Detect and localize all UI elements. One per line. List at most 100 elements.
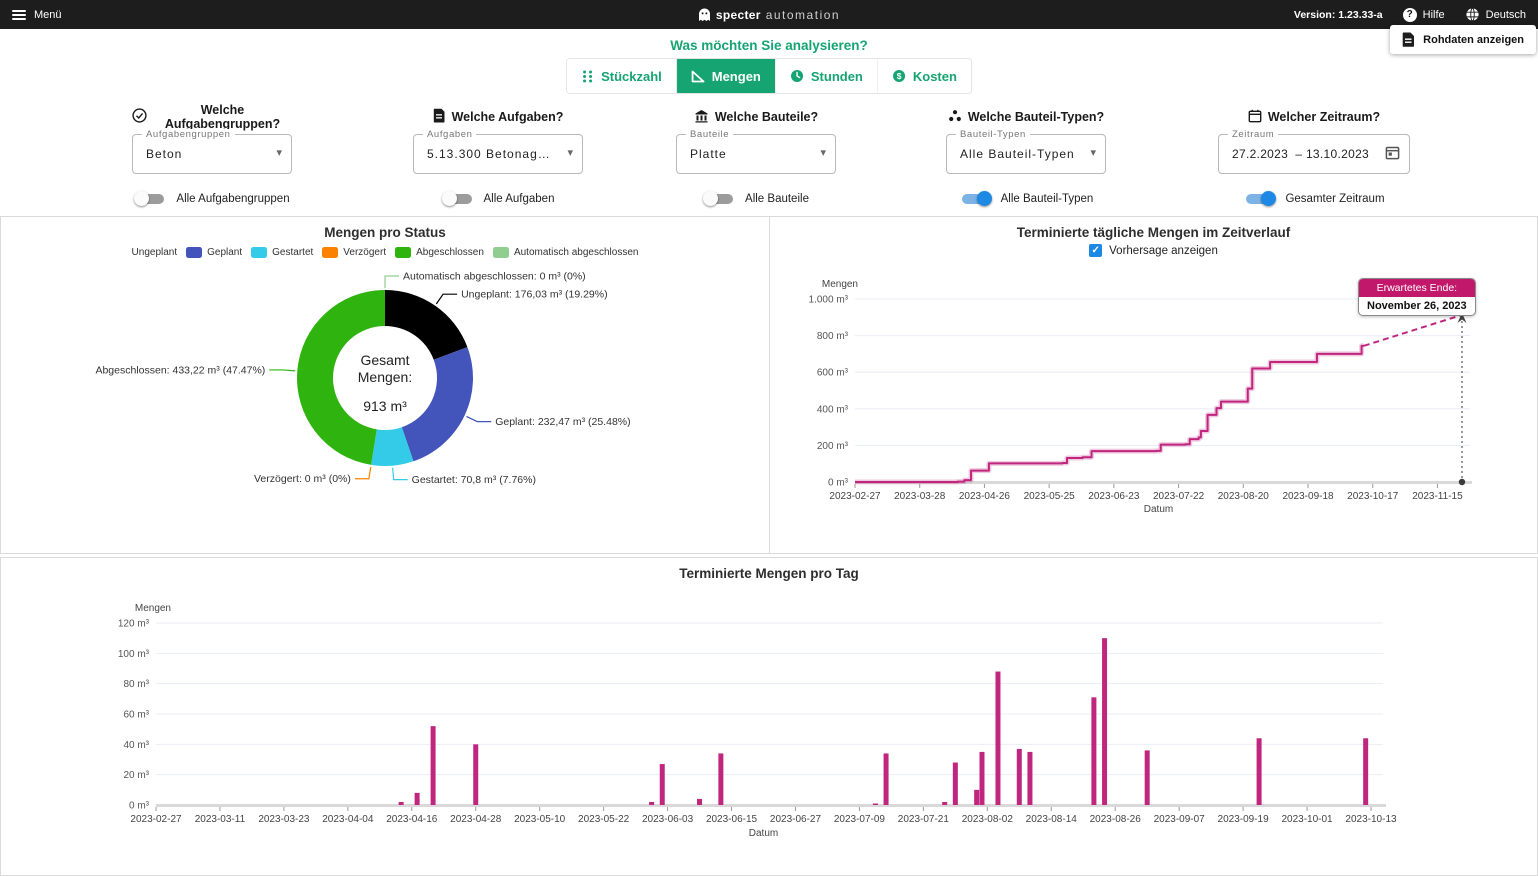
filter-bauteil-typen: Welche Bauteil-Typen?Bauteil-TypenAlle B… [946, 108, 1106, 206]
svg-text:Ungeplant: 176,03 m³ (19.29%): Ungeplant: 176,03 m³ (19.29%) [461, 289, 608, 301]
toggle-label: Alle Aufgabengruppen [176, 193, 289, 205]
legend-item-ungeplant[interactable]: Ungeplant [132, 247, 178, 258]
legend-item-verzögert[interactable]: Verzögert [322, 247, 386, 258]
svg-text:913 m³: 913 m³ [363, 398, 407, 414]
svg-text:2023-05-25: 2023-05-25 [1024, 491, 1076, 502]
svg-text:2023-05-10: 2023-05-10 [514, 814, 566, 825]
hamburger-icon [12, 8, 26, 22]
brand-name-light: automation [766, 8, 840, 22]
filter-bauteile: Welche Bauteile?BauteilePlatte▾Alle Baut… [676, 108, 836, 206]
svg-text:2023-07-21: 2023-07-21 [898, 814, 950, 825]
toggle-label: Alle Aufgaben [484, 193, 555, 205]
line-chart-canvas: 0 m³200 m³400 m³600 m³800 m³1.000 m³Meng… [770, 217, 1537, 553]
svg-text:2023-06-03: 2023-06-03 [642, 814, 694, 825]
raw-data-label: Rohdaten anzeigen [1423, 34, 1524, 46]
svg-text:2023-03-11: 2023-03-11 [195, 814, 246, 825]
bauteil-typen-select[interactable]: Bauteil-TypenAlle Bauteil-Typen▾ [946, 134, 1106, 174]
legend-item-geplant[interactable]: Geplant [186, 247, 242, 258]
svg-text:0 m³: 0 m³ [129, 801, 150, 812]
svg-text:2023-08-26: 2023-08-26 [1090, 814, 1142, 825]
filter-aufgabengruppen: Welche Aufgabengruppen?AufgabengruppenBe… [132, 108, 292, 206]
alle-aufgabengruppen-toggle[interactable] [134, 191, 167, 206]
tab-kosten[interactable]: $Kosten [877, 59, 971, 93]
svg-text:40 m³: 40 m³ [123, 740, 149, 751]
menu-label: Menü [34, 9, 62, 21]
tab-bar: StückzahlMengenStunden$Kosten [566, 58, 972, 94]
alle-bauteile-toggle[interactable] [703, 191, 736, 206]
svg-text:2023-10-17: 2023-10-17 [1347, 491, 1399, 502]
svg-text:2023-06-23: 2023-06-23 [1088, 491, 1140, 502]
alle-aufgaben-toggle[interactable] [442, 191, 475, 206]
aufgaben-select[interactable]: Aufgaben5.13.300 Betonag…▾ [413, 134, 583, 174]
svg-text:Abgeschlossen: 433,22 m³ (47.4: Abgeschlossen: 433,22 m³ (47.47%) [95, 364, 265, 376]
tab-mengen[interactable]: Mengen [676, 59, 775, 93]
bar-chart-title: Terminierte Mengen pro Tag [1, 566, 1537, 581]
chevron-down-icon: ▾ [820, 146, 826, 159]
legend-item-automatisch-abgeschlossen[interactable]: Automatisch abgeschlossen [493, 247, 639, 258]
svg-text:2023-09-19: 2023-09-19 [1218, 814, 1270, 825]
help-button[interactable]: ? Hilfe [1403, 8, 1445, 22]
tab-stunden[interactable]: Stunden [775, 59, 877, 93]
svg-text:Automatisch abgeschlossen: 0 m: Automatisch abgeschlossen: 0 m³ (0%) [403, 271, 586, 283]
svg-text:400 m³: 400 m³ [817, 404, 849, 415]
panel-mengen-pro-status: Mengen pro Status Ungeplant Geplant Gestar… [0, 216, 770, 554]
svg-text:2023-07-22: 2023-07-22 [1153, 491, 1205, 502]
svg-text:2023-05-22: 2023-05-22 [578, 814, 630, 825]
dollar-icon: $ [892, 69, 906, 83]
svg-text:2023-07-09: 2023-07-09 [834, 814, 886, 825]
tab-stückzahl[interactable]: Stückzahl [567, 59, 676, 93]
building-icon [694, 109, 709, 126]
ruler-icon [691, 70, 705, 83]
ghost-logo-icon [698, 7, 711, 22]
forecast-checkbox-label: Vorhersage anzeigen [1109, 245, 1218, 257]
chevron-down-icon: ▾ [567, 146, 573, 159]
legend-item-gestartet[interactable]: Gestartet [251, 247, 313, 258]
svg-text:2023-09-18: 2023-09-18 [1282, 491, 1334, 502]
svg-text:Gesamt: Gesamt [360, 352, 409, 368]
forecast-checkbox[interactable]: ✓ [1089, 244, 1102, 257]
alle-bauteil-typen-toggle[interactable] [959, 191, 992, 206]
line-chart-title: Terminierte tägliche Mengen im Zeitverla… [770, 225, 1537, 240]
svg-text:100 m³: 100 m³ [118, 649, 150, 660]
page-title: Was möchten Sie analysieren? [0, 38, 1538, 53]
bauteile-select[interactable]: BauteilePlatte▾ [676, 134, 836, 174]
pie-legend: Ungeplant Geplant Gestartet Verzögert Abgesc… [1, 247, 769, 258]
menu-button[interactable]: Menü [12, 8, 62, 22]
svg-text:2023-08-14: 2023-08-14 [1026, 814, 1078, 825]
zeitraum-select[interactable]: Zeitraum27.2.2023 – 13.10.2023 [1218, 134, 1410, 174]
brand-name-bold: specter [716, 8, 761, 22]
svg-text:800 m³: 800 m³ [817, 331, 849, 342]
svg-text:2023-08-20: 2023-08-20 [1218, 491, 1270, 502]
svg-text:Datum: Datum [749, 828, 778, 839]
clock-icon [790, 69, 804, 83]
version-label: Version: 1.23.33-a [1294, 9, 1383, 21]
app-bar: Menü specter automation Version: 1.23.33… [0, 0, 1538, 29]
svg-text:2023-06-15: 2023-06-15 [706, 814, 758, 825]
panel-mengen-pro-tag: Terminierte Mengen pro Tag 0 m³ 20 m³ 40 m… [0, 557, 1538, 876]
svg-text:Verzögert: 0 m³ (0%): Verzögert: 0 m³ (0%) [254, 473, 351, 485]
language-button[interactable]: Deutsch [1465, 7, 1526, 22]
svg-text:2023-11-15: 2023-11-15 [1412, 491, 1463, 502]
question-mark-icon: ? [1403, 8, 1417, 22]
expected-end-tooltip: Erwartetes Ende: November 26, 2023 [1358, 278, 1476, 316]
toggle-label: Gesamter Zeitraum [1285, 193, 1384, 205]
svg-text:20 m³: 20 m³ [123, 770, 149, 781]
task-icon [433, 108, 446, 126]
aufgabengruppen-select[interactable]: AufgabengruppenBeton▾ [132, 134, 292, 174]
gesamter-zeitraum-toggle[interactable] [1243, 191, 1276, 206]
svg-text:0 m³: 0 m³ [828, 478, 849, 489]
svg-text:2023-02-27: 2023-02-27 [130, 814, 182, 825]
pie-chart-title: Mengen pro Status [1, 225, 769, 240]
svg-text:2023-04-16: 2023-04-16 [386, 814, 438, 825]
svg-text:Mengen:: Mengen: [358, 369, 412, 385]
chevron-down-icon: ▾ [276, 146, 282, 159]
legend-item-abgeschlossen[interactable]: Abgeschlossen [395, 247, 484, 258]
svg-text:2023-09-07: 2023-09-07 [1154, 814, 1206, 825]
svg-text:Mengen: Mengen [135, 603, 171, 614]
svg-text:Gestartet: 70,8 m³ (7.76%): Gestartet: 70,8 m³ (7.76%) [412, 474, 536, 486]
raw-data-button[interactable]: Rohdaten anzeigen [1390, 25, 1536, 54]
svg-text:2023-10-01: 2023-10-01 [1281, 814, 1333, 825]
filter-question: Welche Aufgaben? [413, 108, 583, 126]
svg-text:Geplant: 232,47 m³ (25.48%): Geplant: 232,47 m³ (25.48%) [495, 416, 630, 428]
svg-text:$: $ [897, 71, 902, 81]
